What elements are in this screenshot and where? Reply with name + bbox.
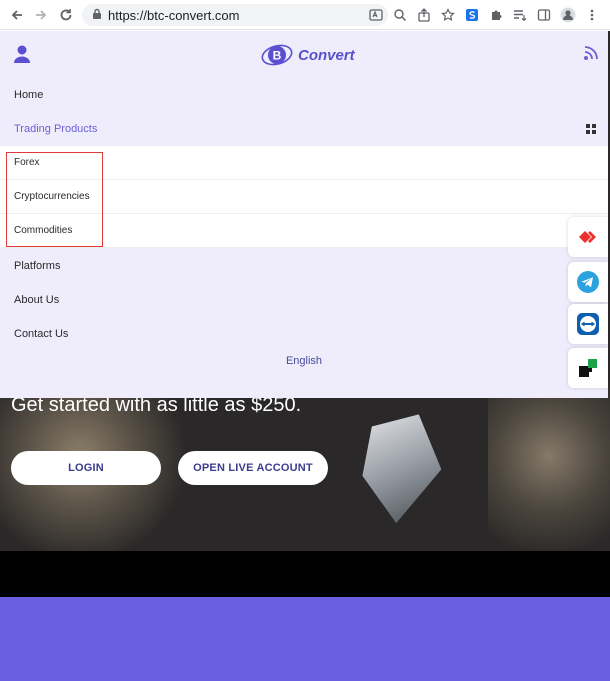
bookmark-star-icon[interactable] [438,5,458,25]
open-live-account-button[interactable]: OPEN LIVE ACCOUNT [178,451,328,485]
mobile-menu: B Convert Home Trading Products Forex Cr… [0,31,608,398]
menu-item-label: Home [14,89,44,101]
submenu-toggle-icon[interactable] [586,124,596,137]
bitcoin-logo-icon: B [261,44,293,66]
logo-text: Convert [298,46,355,64]
svg-text:B: B [273,49,282,63]
translate-icon[interactable] [366,5,386,25]
browser-toolbar: https://btc-convert.com [0,0,610,30]
menu-item-label: Platforms [14,260,61,272]
extensions-puzzle-icon[interactable] [486,5,506,25]
sidebar-icon[interactable] [534,5,554,25]
menu-item-about-us[interactable]: About Us [0,283,608,317]
menu-item-platforms[interactable]: Platforms [0,249,608,283]
user-icon[interactable] [12,44,32,64]
menu-item-home[interactable]: Home [0,78,608,112]
forward-icon[interactable] [30,4,52,26]
address-bar[interactable]: https://btc-convert.com [82,4,388,26]
menu-item-label: Contact Us [14,328,69,340]
share-icon[interactable] [414,5,434,25]
extension-s-icon[interactable] [462,5,482,25]
page-viewport: Get started with as little as $250. LOGI… [0,31,610,681]
annotation-highlight-box [6,152,103,247]
back-icon[interactable] [6,4,28,26]
reload-icon[interactable] [55,4,77,26]
profile-avatar-icon[interactable] [558,5,578,25]
menu-item-label: About Us [14,294,60,306]
url-text: https://btc-convert.com [108,7,240,23]
menu-header: B Convert [0,31,608,79]
menu-item-trading-products[interactable]: Trading Products [0,112,608,146]
more-menu-icon[interactable] [582,5,602,25]
teamviewer-icon[interactable] [568,304,608,344]
login-button[interactable]: LOGIN [11,451,161,485]
reading-list-icon[interactable] [510,5,530,25]
language-selector[interactable]: English [0,355,608,367]
purple-band [0,597,610,681]
anydesk-icon[interactable] [568,217,608,257]
black-band [0,551,610,597]
zoom-icon[interactable] [390,5,410,25]
telegram-icon[interactable] [568,262,608,302]
remote-support-icon[interactable] [568,348,608,388]
lock-icon [92,6,102,24]
hero-crystal-image [344,401,457,532]
logo[interactable]: B Convert [260,40,355,70]
signal-icon[interactable] [583,45,599,61]
menu-item-label: Trading Products [14,123,98,135]
menu-item-contact-us[interactable]: Contact Us [0,317,608,351]
